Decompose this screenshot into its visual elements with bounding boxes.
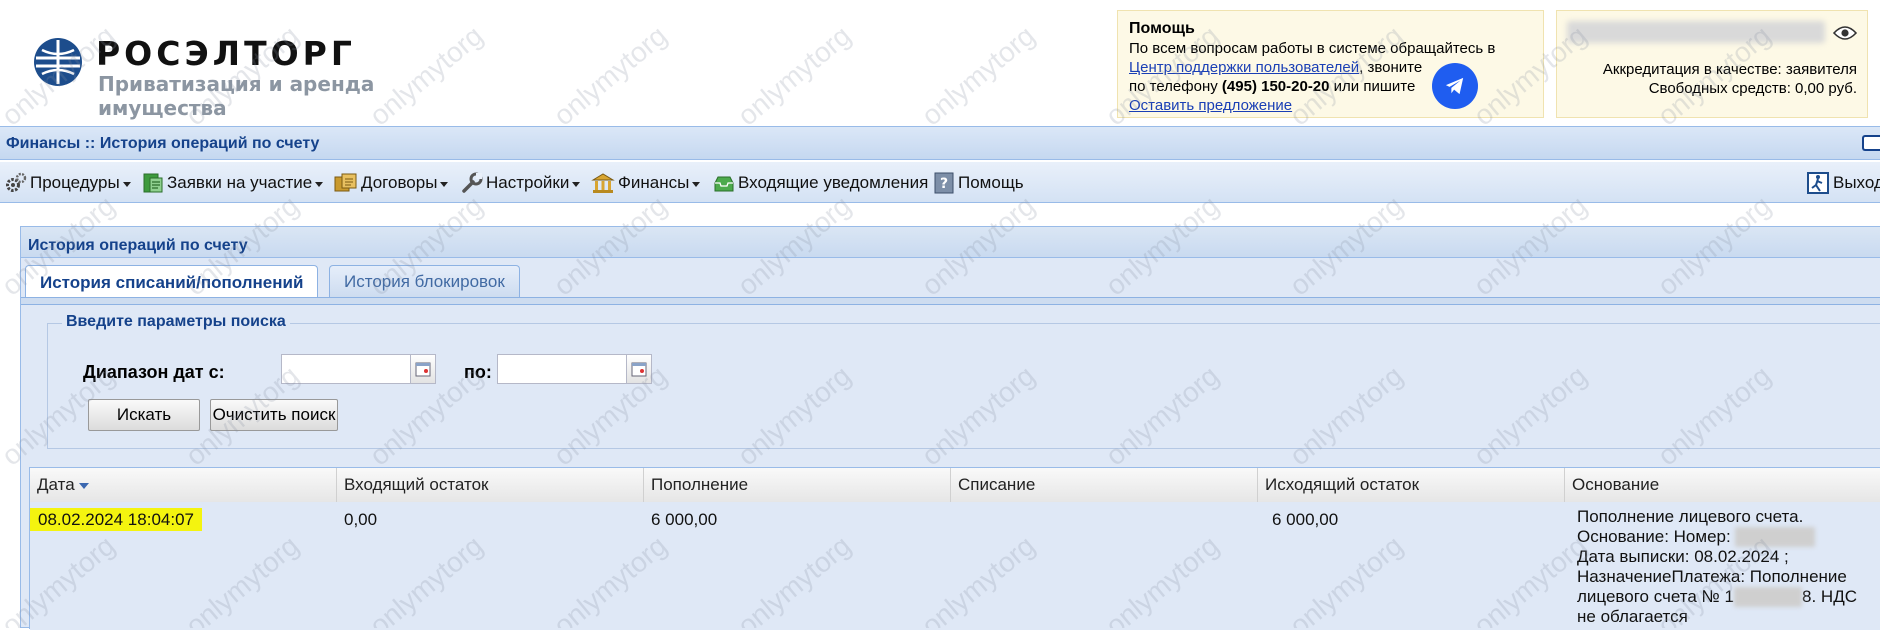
collapse-button[interactable] bbox=[1862, 135, 1880, 151]
row-outgoing: 6 000,00 bbox=[1272, 510, 1339, 529]
help-line-1: По всем вопросам работы в системе обраща… bbox=[1129, 40, 1496, 57]
roseltorg-logo[interactable]: РОСЭЛТОРГ Приватизация и аренда имуществ… bbox=[30, 30, 510, 120]
menu-help-label: Помощь bbox=[958, 173, 1024, 192]
wrench-icon bbox=[462, 172, 483, 193]
help-box: Помощь По всем вопросам работы в системе… bbox=[1117, 10, 1544, 118]
menu-finance[interactable]: Финансы bbox=[591, 172, 701, 194]
svg-text:?: ? bbox=[940, 176, 948, 192]
help-line-3-suffix: или пишите bbox=[1329, 78, 1416, 95]
row-reason: Пополнение лицевого счета. Основание: Но… bbox=[1577, 507, 1857, 627]
date-from-calendar-button[interactable] bbox=[410, 354, 436, 384]
menu-notifications-label: Входящие уведомления bbox=[738, 173, 929, 192]
redacted-account: XXXXXX bbox=[1733, 587, 1803, 607]
menu-settings[interactable]: Настройки bbox=[461, 172, 581, 194]
help-phone: (495) 150-20-20 bbox=[1221, 78, 1330, 95]
col-deposit[interactable]: Пополнение bbox=[644, 468, 951, 502]
roseltorg-logo-icon bbox=[34, 38, 82, 86]
account-box: Аккредитация в качестве: заявителя Свобо… bbox=[1556, 10, 1868, 118]
menu-applications-label: Заявки на участие bbox=[167, 173, 313, 192]
panel-title: История операций по счету bbox=[28, 237, 248, 254]
telegram-button[interactable] bbox=[1432, 63, 1478, 109]
col-writeoff[interactable]: Списание bbox=[951, 468, 1258, 502]
menu-exit[interactable]: Выход bbox=[1806, 172, 1880, 194]
telegram-icon bbox=[1445, 77, 1464, 95]
tab-strip bbox=[21, 297, 1880, 305]
col-date[interactable]: Дата bbox=[30, 468, 337, 502]
col-reason[interactable]: Основание bbox=[1565, 468, 1880, 502]
grid-header: Дата Входящий остаток Пополнение Списани… bbox=[30, 468, 1880, 503]
calendar-icon bbox=[631, 362, 647, 377]
chevron-down-icon bbox=[315, 181, 324, 187]
search-button[interactable]: Искать bbox=[88, 399, 200, 431]
support-center-link[interactable]: Центр поддержки пользователей bbox=[1129, 59, 1359, 76]
sort-desc-icon bbox=[78, 482, 89, 489]
menu-contracts[interactable]: Договоры bbox=[334, 172, 449, 194]
contracts-icon bbox=[334, 173, 357, 192]
search-legend: Введите параметры поиска bbox=[62, 313, 290, 331]
bank-icon bbox=[591, 173, 615, 193]
menu-procedures[interactable]: Процедуры bbox=[5, 172, 131, 194]
account-history-panel: История операций по счету История списан… bbox=[20, 226, 1880, 630]
chevron-down-icon bbox=[440, 181, 449, 187]
application-icon bbox=[143, 173, 163, 193]
help-line-2-suffix: , звоните bbox=[1359, 59, 1423, 76]
chevron-down-icon bbox=[692, 181, 701, 187]
date-from-input[interactable] bbox=[281, 354, 411, 384]
search-fieldset: Введите параметры поиска Диапазон дат с:… bbox=[47, 313, 1880, 449]
panel-header: История операций по счету bbox=[21, 227, 1880, 258]
main-menu: Процедуры Заявки на участие Договоры Нас… bbox=[0, 162, 1880, 203]
chevron-down-icon bbox=[122, 181, 131, 187]
table-row[interactable]: 08.02.2024 18:04:07 0,00 6 000,00 6 000,… bbox=[30, 502, 1880, 630]
accreditation-text: Аккредитация в качестве: заявителя bbox=[1602, 61, 1857, 78]
chevron-down-icon bbox=[572, 181, 581, 187]
date-to-input[interactable] bbox=[497, 354, 627, 384]
clear-search-button[interactable]: Очистить поиск bbox=[210, 399, 338, 431]
row-date-value: 08.02.2024 18:04:07 bbox=[30, 508, 202, 531]
col-outgoing[interactable]: Исходящий остаток bbox=[1258, 468, 1565, 502]
menu-notifications[interactable]: Входящие уведомления bbox=[713, 172, 928, 194]
brand-subtitle: Приватизация и аренда имущества bbox=[98, 72, 375, 120]
date-from-label: Диапазон дат с: bbox=[83, 362, 225, 382]
date-to-calendar-button[interactable] bbox=[626, 354, 652, 384]
row-deposit: 6 000,00 bbox=[651, 510, 718, 529]
redacted-number: XXXXXXX bbox=[1735, 527, 1815, 547]
operations-grid: Дата Входящий остаток Пополнение Списани… bbox=[29, 467, 1880, 630]
suggest-link[interactable]: Оставить предложение bbox=[1129, 97, 1292, 114]
account-name-redacted bbox=[1567, 21, 1825, 43]
help-icon: ? bbox=[934, 172, 954, 194]
menu-settings-label: Настройки bbox=[486, 173, 570, 192]
help-title: Помощь bbox=[1129, 20, 1195, 37]
inbox-icon bbox=[714, 176, 734, 192]
menu-help[interactable]: ? Помощь bbox=[933, 172, 1024, 194]
tab-writeoff-deposit-history[interactable]: История списаний/пополнений bbox=[25, 265, 319, 299]
menu-procedures-label: Процедуры bbox=[30, 173, 120, 192]
exit-icon bbox=[1807, 172, 1829, 194]
col-incoming[interactable]: Входящий остаток bbox=[337, 468, 644, 502]
menu-contracts-label: Договоры bbox=[361, 173, 438, 192]
calendar-icon bbox=[415, 362, 431, 377]
brand-name: РОСЭЛТОРГ bbox=[96, 34, 356, 73]
menu-exit-label: Выход bbox=[1833, 173, 1880, 192]
page-title: Финансы :: История операций по счету bbox=[6, 135, 320, 152]
eye-icon[interactable] bbox=[1833, 25, 1857, 41]
row-date: 08.02.2024 18:04:07 bbox=[30, 508, 202, 531]
menu-finance-label: Финансы bbox=[618, 173, 690, 192]
help-line-3-prefix: по телефону bbox=[1129, 78, 1222, 95]
header: РОСЭЛТОРГ Приватизация и аренда имуществ… bbox=[0, 0, 1880, 126]
tab-block-history[interactable]: История блокировок bbox=[329, 265, 520, 297]
menu-applications[interactable]: Заявки на участие bbox=[142, 172, 324, 194]
col-date-label: Дата bbox=[37, 475, 75, 494]
page-titlebar: Финансы :: История операций по счету bbox=[0, 126, 1880, 160]
row-incoming: 0,00 bbox=[344, 510, 378, 529]
free-funds-text: Свободных средств: 0,00 руб. bbox=[1648, 80, 1857, 97]
date-to-label: по: bbox=[464, 362, 492, 382]
gears-icon bbox=[6, 172, 27, 192]
